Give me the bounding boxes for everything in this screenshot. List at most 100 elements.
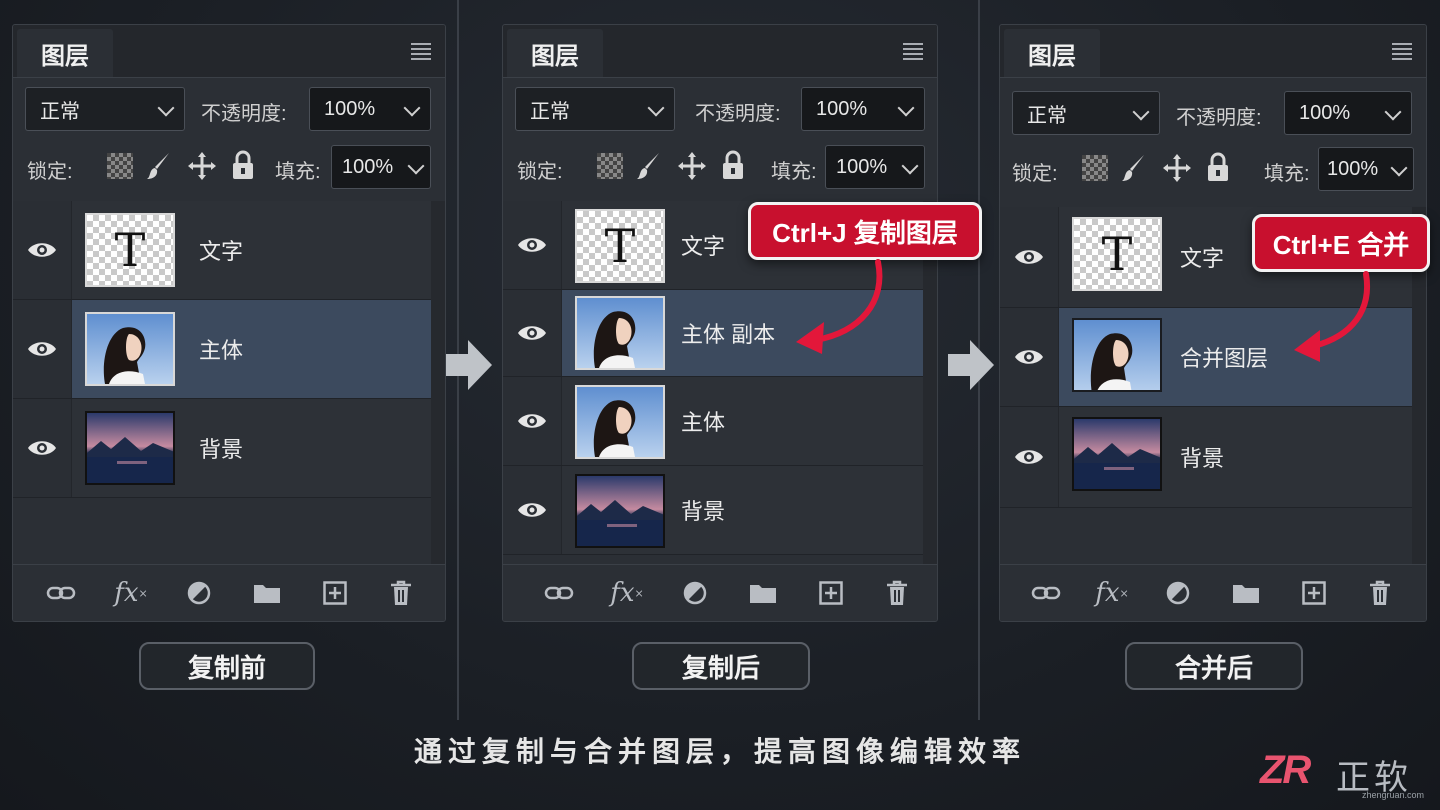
lock-image-pixels-icon[interactable] (145, 151, 173, 181)
adjustment-layer-button[interactable] (1162, 577, 1194, 609)
fill-input[interactable]: 100% (1318, 147, 1414, 191)
adjustment-layer-button[interactable] (183, 577, 215, 609)
blend-opacity-row: 正常 不透明度: 100% (1012, 87, 1412, 135)
layer-list: T 文字 主体 背景 (13, 201, 431, 498)
bottom-caption: 通过复制与合并图层，提高图像编辑效率 (413, 736, 1026, 767)
opacity-input[interactable]: 100% (309, 87, 431, 131)
blend-opacity-row: 正常 不透明度: 100% (515, 87, 925, 133)
blend-mode-select[interactable]: 正常 (1012, 91, 1160, 135)
folder-icon (1233, 585, 1259, 603)
opacity-label: 不透明度: (201, 103, 287, 125)
logo-mark: ZR (1260, 748, 1311, 792)
panel-menu-icon[interactable] (1392, 43, 1412, 60)
fx-icon: fx (114, 578, 139, 608)
layer-name: 主体 (681, 410, 726, 435)
layer-name: 文字 (1180, 246, 1225, 271)
lock-position-icon[interactable] (1162, 153, 1192, 183)
portrait-thumbnail (85, 312, 175, 386)
layer-name: 背景 (1180, 446, 1225, 471)
panel-tab-bar: 图层 (1000, 25, 1426, 78)
text-layer-thumbnail: T (1072, 217, 1162, 291)
opacity-input[interactable]: 100% (1284, 91, 1412, 135)
panel-menu-icon[interactable] (411, 43, 431, 60)
add-layer-icon (323, 581, 347, 605)
layers-tab[interactable]: 图层 (507, 29, 603, 77)
layer-style-button[interactable]: fx × (610, 577, 644, 609)
chevron-down-icon (647, 99, 665, 117)
new-layer-button[interactable] (319, 577, 351, 609)
text-glyph: T (604, 219, 636, 273)
lock-image-pixels-icon[interactable] (635, 151, 663, 181)
opacity-value: 100% (324, 97, 376, 120)
new-group-button[interactable] (251, 577, 283, 609)
layer-row-subject[interactable]: 主体 (503, 377, 923, 466)
visibility-toggle[interactable] (503, 466, 562, 554)
visibility-toggle[interactable] (503, 201, 562, 289)
new-layer-button[interactable] (815, 577, 847, 609)
new-group-button[interactable] (1230, 577, 1262, 609)
lock-image-pixels-icon[interactable] (1120, 153, 1148, 183)
delete-layer-button[interactable] (1364, 577, 1396, 609)
visibility-toggle[interactable] (1000, 308, 1059, 406)
layer-row-text[interactable]: T 文字 (13, 201, 431, 300)
lock-transparent-pixels-icon[interactable] (1082, 155, 1108, 181)
panel-tab-bar: 图层 (503, 25, 937, 78)
chevron-down-icon (1384, 103, 1402, 121)
panel-footer-toolbar: fx × (503, 564, 937, 621)
blend-mode-value: 正常 (1027, 104, 1067, 127)
adjustment-icon (1166, 581, 1190, 605)
visibility-toggle[interactable] (503, 377, 562, 465)
layer-style-button[interactable]: fx × (114, 577, 148, 609)
layer-row-background[interactable]: 背景 (13, 399, 431, 498)
layer-name: 背景 (199, 437, 244, 462)
lock-all-icon[interactable] (1206, 151, 1230, 183)
eye-icon (28, 441, 56, 455)
lock-position-icon[interactable] (677, 151, 707, 181)
layers-tab[interactable]: 图层 (17, 29, 113, 77)
visibility-toggle[interactable] (13, 300, 72, 398)
visibility-toggle[interactable] (1000, 407, 1059, 507)
lock-transparent-pixels-icon[interactable] (107, 153, 133, 179)
lock-all-icon[interactable] (721, 149, 745, 181)
link-icon (1031, 586, 1061, 600)
delete-layer-button[interactable] (881, 577, 913, 609)
link-layers-button[interactable] (45, 577, 77, 609)
fill-value: 100% (1327, 157, 1379, 180)
new-group-button[interactable] (747, 577, 779, 609)
logo-url: zhengruan.com (1361, 790, 1424, 800)
adjustment-layer-button[interactable] (679, 577, 711, 609)
layer-row-subject[interactable]: 主体 (13, 300, 431, 399)
layer-scrollbar[interactable] (431, 201, 445, 565)
blend-opacity-row: 正常 不透明度: 100% (25, 87, 431, 133)
link-layers-button[interactable] (1030, 577, 1062, 609)
eye-icon (518, 238, 546, 252)
visibility-toggle[interactable] (1000, 207, 1059, 307)
visibility-toggle[interactable] (503, 290, 562, 376)
chevron-down-icon (1132, 103, 1150, 121)
lock-all-icon[interactable] (231, 149, 255, 181)
link-layers-button[interactable] (543, 577, 575, 609)
lock-position-icon[interactable] (187, 151, 217, 181)
fill-input[interactable]: 100% (331, 145, 431, 189)
add-layer-icon (819, 581, 843, 605)
opacity-input[interactable]: 100% (801, 87, 925, 131)
layer-style-button[interactable]: fx × (1095, 577, 1129, 609)
landscape-thumbnail (1072, 417, 1162, 491)
link-icon (46, 586, 76, 600)
trash-icon (1370, 580, 1390, 605)
layer-name: 主体 (199, 338, 244, 363)
layers-tab[interactable]: 图层 (1004, 29, 1100, 77)
lock-transparent-pixels-icon[interactable] (597, 153, 623, 179)
layer-row-background[interactable]: 背景 (1000, 407, 1412, 508)
layer-name: 文字 (681, 234, 726, 259)
delete-layer-button[interactable] (385, 577, 417, 609)
fill-input[interactable]: 100% (825, 145, 925, 189)
panel-menu-icon[interactable] (903, 43, 923, 60)
blend-mode-select[interactable]: 正常 (515, 87, 675, 131)
eye-icon (1015, 250, 1043, 264)
new-layer-button[interactable] (1298, 577, 1330, 609)
visibility-toggle[interactable] (13, 201, 72, 299)
visibility-toggle[interactable] (13, 399, 72, 497)
blend-mode-select[interactable]: 正常 (25, 87, 185, 131)
layer-row-background[interactable]: 背景 (503, 466, 923, 555)
